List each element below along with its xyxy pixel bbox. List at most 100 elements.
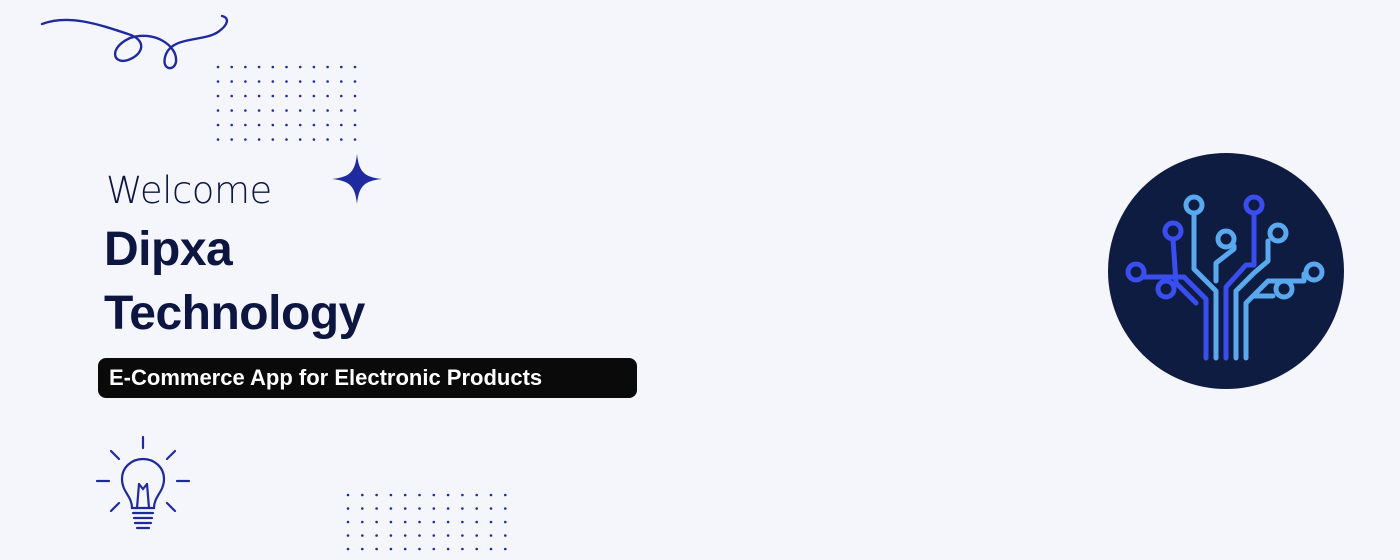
dot [461, 507, 464, 510]
dot [375, 534, 378, 537]
dot [298, 138, 302, 141]
dot [230, 123, 233, 127]
dot [353, 94, 357, 98]
dot-grid-bottom [346, 493, 507, 551]
dot [489, 547, 493, 551]
dot [375, 547, 378, 551]
sparkle-icon [332, 154, 382, 204]
dot [257, 65, 261, 69]
dot [244, 80, 247, 83]
dot [216, 123, 220, 127]
dot [346, 520, 350, 524]
dot [326, 65, 329, 69]
dot [432, 534, 436, 537]
dot [418, 534, 421, 537]
dot [403, 520, 407, 524]
dot [403, 493, 407, 497]
dot [353, 123, 357, 127]
dot [340, 80, 343, 83]
dot [432, 520, 436, 524]
dot [271, 109, 275, 112]
dot [285, 138, 288, 141]
dot [216, 94, 220, 98]
dot [375, 507, 378, 510]
dot [230, 94, 233, 98]
dot [489, 534, 493, 537]
dot [340, 123, 343, 127]
dot [389, 534, 393, 537]
dot [403, 534, 407, 537]
dot [244, 138, 247, 141]
dot [475, 547, 478, 551]
dot [375, 520, 378, 524]
dot [285, 109, 288, 112]
dot [446, 493, 450, 497]
dot [285, 123, 288, 127]
dot [257, 123, 261, 127]
dot [298, 65, 302, 69]
dot [298, 123, 302, 127]
dot [326, 109, 329, 112]
dot [244, 109, 247, 112]
tagline-text: E-Commerce App for Electronic Products [109, 365, 543, 390]
company-name: Dipxa Technology [104, 218, 365, 346]
dot [340, 138, 343, 141]
dot [285, 65, 288, 69]
dot [361, 507, 364, 510]
dot [230, 65, 233, 69]
lightbulb-icon [95, 435, 191, 530]
dot [418, 507, 421, 510]
dot [461, 493, 464, 497]
dot [489, 507, 493, 510]
dot [461, 534, 464, 537]
dot [271, 65, 275, 69]
dot [504, 547, 507, 551]
dot [216, 65, 220, 69]
dot [271, 123, 275, 127]
dot [346, 534, 350, 537]
dot [244, 123, 247, 127]
dot [271, 94, 275, 98]
dot [353, 109, 357, 112]
dot [312, 80, 316, 83]
dot [375, 493, 378, 497]
dot [403, 507, 407, 510]
dot [504, 520, 507, 524]
dot [389, 493, 393, 497]
dot [346, 507, 350, 510]
dot [244, 94, 247, 98]
tagline-badge: E-Commerce App for Electronic Products [98, 358, 637, 398]
dot [326, 80, 329, 83]
dot [312, 138, 316, 141]
dot [361, 534, 364, 537]
dot [326, 123, 329, 127]
dot [312, 109, 316, 112]
dot [312, 123, 316, 127]
dot [461, 547, 464, 551]
dot [475, 507, 478, 510]
dot [271, 138, 275, 141]
dot [298, 109, 302, 112]
dot [446, 520, 450, 524]
dot [489, 520, 493, 524]
dot [418, 547, 421, 551]
dot [312, 94, 316, 98]
dot [230, 109, 233, 112]
dot [489, 493, 493, 497]
dot [257, 109, 261, 112]
dot [504, 507, 507, 510]
dot [326, 94, 329, 98]
dot [389, 547, 393, 551]
dot [312, 65, 316, 69]
dot [257, 94, 261, 98]
dot [285, 80, 288, 83]
dot [216, 138, 220, 141]
dot-grid-top [216, 65, 357, 141]
dot [298, 80, 302, 83]
dot [432, 493, 436, 497]
dot [346, 493, 350, 497]
dot [432, 547, 436, 551]
company-name-line-1: Dipxa [104, 223, 233, 276]
dot [326, 138, 329, 141]
dot [257, 138, 261, 141]
